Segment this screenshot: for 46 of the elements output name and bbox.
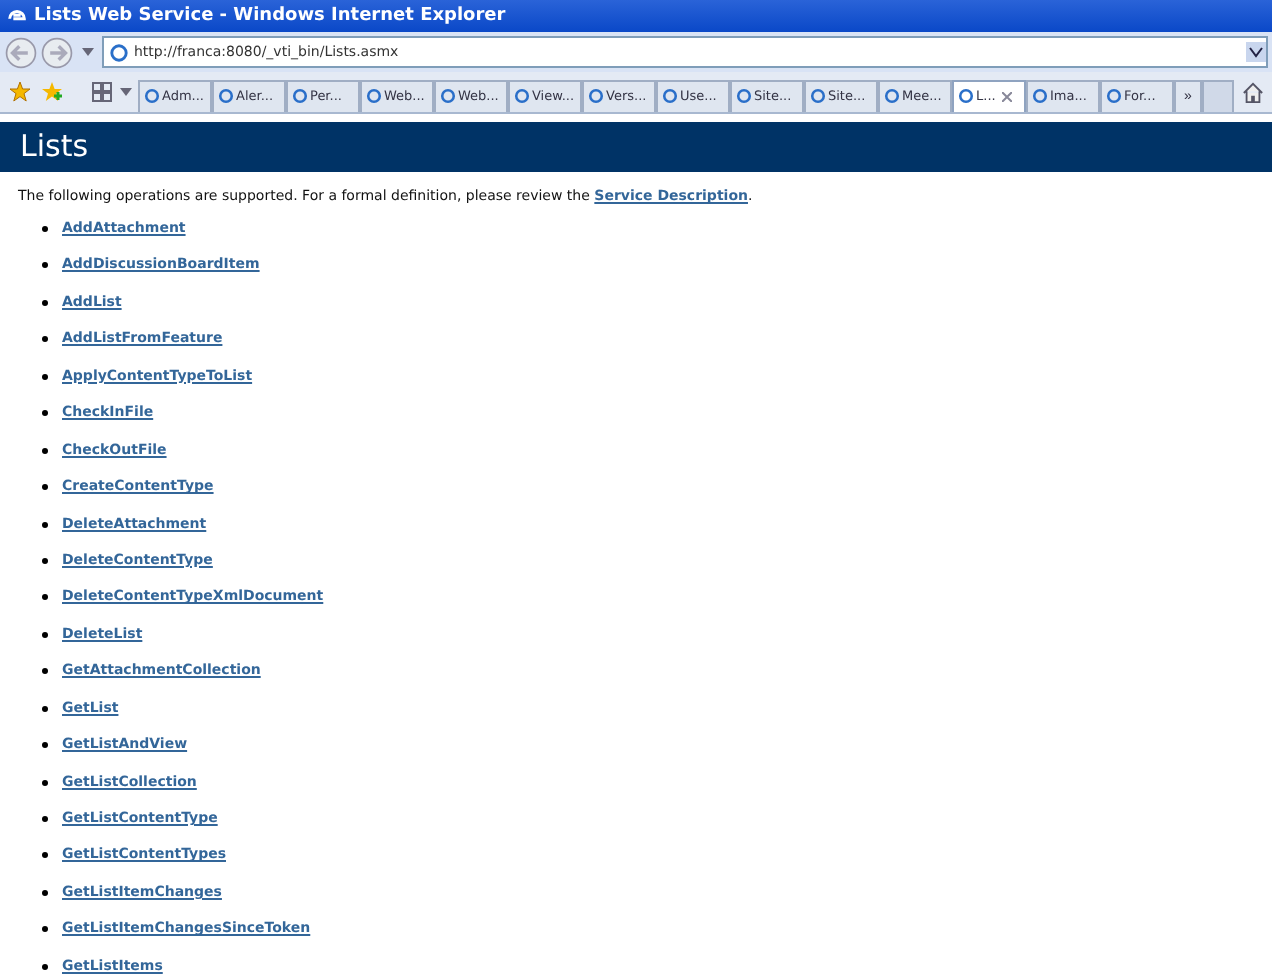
- quick-tabs-icon[interactable]: [92, 82, 112, 102]
- bullet-icon: [42, 963, 48, 970]
- home-icon[interactable]: [1242, 81, 1264, 103]
- bullet-icon: [42, 779, 48, 786]
- bullet-icon: [42, 668, 48, 675]
- bullet-icon: [42, 299, 48, 306]
- bullet-icon: [42, 336, 48, 343]
- page-icon: [736, 88, 752, 104]
- forward-icon[interactable]: [40, 35, 74, 69]
- page-icon: [1032, 88, 1048, 104]
- bullet-icon: [42, 226, 48, 232]
- page-icon: [440, 88, 456, 104]
- page-icon: [884, 88, 900, 104]
- page-icon: [292, 88, 308, 104]
- bullet-icon: [42, 594, 48, 601]
- bullet-icon: [42, 557, 48, 564]
- page-icon: [958, 88, 974, 104]
- window-title: Lists Web Service - Windows Internet Explorer: [34, 6, 506, 26]
- page-icon: [662, 88, 678, 104]
- page-icon: [366, 88, 382, 104]
- bullet-icon: [42, 447, 48, 454]
- bullet-icon: [42, 521, 48, 527]
- bullet-icon: [42, 631, 48, 638]
- close-icon[interactable]: [1001, 91, 1012, 101]
- bullet-icon: [42, 705, 48, 712]
- page-icon: [144, 88, 160, 104]
- page-icon: [110, 43, 128, 61]
- bullet-icon: [42, 410, 48, 417]
- add-favorite-icon[interactable]: [42, 82, 62, 102]
- page-icon: [218, 88, 234, 104]
- page-icon: [1106, 88, 1122, 104]
- back-icon[interactable]: [4, 35, 38, 69]
- page-icon: [810, 88, 826, 104]
- bullet-icon: [42, 742, 48, 749]
- page-icon: [514, 88, 530, 104]
- bullet-icon: [42, 852, 48, 859]
- bullet-icon: [42, 889, 48, 896]
- bullet-icon: [42, 816, 48, 822]
- bullet-icon: [42, 262, 48, 269]
- dropdown-icon[interactable]: [1246, 40, 1266, 64]
- page-heading: Lists: [0, 122, 1272, 172]
- page-icon: [588, 88, 604, 104]
- star-icon[interactable]: [10, 82, 30, 102]
- bullet-icon: [42, 373, 48, 380]
- bullet-icon: [42, 484, 48, 491]
- bullet-icon: [42, 926, 48, 933]
